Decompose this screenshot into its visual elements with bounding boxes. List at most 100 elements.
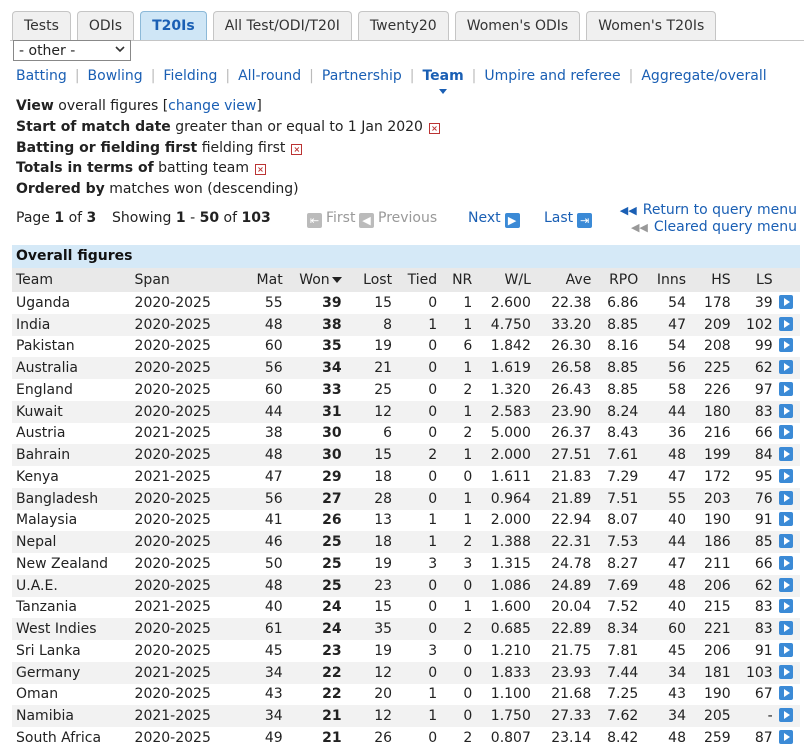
nav-all-round[interactable]: All-round: [238, 68, 301, 84]
nav-team[interactable]: Team: [422, 68, 464, 94]
expand-row-icon[interactable]: [778, 403, 793, 418]
expand-row-icon[interactable]: [778, 512, 793, 527]
table-cell: 33.20: [536, 313, 598, 336]
table-cell: 76: [736, 487, 779, 510]
row-action-cell: [778, 661, 800, 684]
tab-all-test-odi-t20i[interactable]: All Test/ODI/T20I: [212, 11, 352, 40]
table-cell: 23.93: [536, 661, 598, 684]
nav-batting[interactable]: Batting: [16, 68, 67, 84]
table-cell: 2020-2025: [130, 487, 229, 510]
table-cell: 54: [668, 338, 686, 355]
column-header-w-l[interactable]: W/L: [478, 268, 537, 292]
table-cell: 0: [398, 574, 444, 597]
table-cell: 91: [754, 642, 773, 659]
table-cell: 24: [322, 599, 342, 616]
return-query-link[interactable]: ◀◀ Return to query menu: [620, 202, 797, 218]
table-row: Namibia 2021-2025 34 21 12 1 0 1.750 27.33 7.62 34…: [12, 705, 800, 727]
table-cell: 97: [754, 381, 773, 398]
nav-bowling[interactable]: Bowling: [88, 68, 143, 84]
table-cell: 8.24: [597, 400, 645, 423]
table-cell: 22: [322, 686, 342, 703]
team-name: Tanzania: [16, 599, 77, 616]
table-cell: 102: [736, 313, 779, 336]
nav-umpire-and-referee[interactable]: Umpire and referee: [484, 68, 620, 84]
nav-aggregate-overall[interactable]: Aggregate/overall: [641, 68, 766, 84]
expand-row-icon[interactable]: [778, 686, 793, 701]
tab-women-s-t20is[interactable]: Women's T20Is: [586, 11, 717, 40]
tab-tests[interactable]: Tests: [12, 11, 71, 40]
expand-row-icon[interactable]: [778, 316, 793, 331]
expand-row-icon[interactable]: [778, 381, 793, 396]
nav-fielding[interactable]: Fielding: [163, 68, 217, 84]
expand-row-icon[interactable]: [778, 664, 793, 679]
column-header-lost[interactable]: Lost: [347, 268, 399, 292]
table-cell: 21.89: [536, 487, 598, 510]
expand-row-icon[interactable]: [778, 708, 793, 723]
tab-odis[interactable]: ODIs: [76, 11, 135, 40]
table-cell: 1.833: [478, 661, 537, 684]
remove-criteria-icon[interactable]: ×: [291, 144, 303, 155]
table-cell: 205: [692, 705, 737, 727]
table-cell: 215: [703, 599, 731, 616]
expand-row-icon[interactable]: [778, 338, 793, 353]
expand-row-icon[interactable]: [778, 294, 793, 309]
tab-t20is[interactable]: T20Is: [140, 11, 207, 40]
row-action-cell: [778, 597, 800, 619]
change-view-link[interactable]: change view: [168, 98, 256, 114]
column-header-team[interactable]: Team: [12, 268, 131, 292]
table-cell: 21.68: [551, 686, 592, 703]
expand-row-icon[interactable]: [778, 642, 793, 657]
table-cell: 0: [398, 618, 444, 640]
column-header-rpo[interactable]: RPO: [597, 268, 645, 292]
expand-row-icon[interactable]: [778, 425, 793, 440]
column-header-span[interactable]: Span: [130, 268, 229, 292]
table-cell: 206: [692, 574, 737, 597]
table-cell: 2020-2025: [130, 313, 229, 336]
other-format-select[interactable]: - other -: [13, 40, 131, 61]
remove-criteria-icon[interactable]: ×: [428, 123, 440, 134]
cleared-query-link[interactable]: ◀◀ Cleared query menu: [631, 219, 797, 235]
column-header-hs[interactable]: HS: [692, 268, 737, 292]
expand-row-icon[interactable]: [778, 490, 793, 505]
nav-separator: |: [471, 68, 477, 84]
remove-criteria-icon[interactable]: ×: [255, 164, 267, 175]
table-cell: 99: [754, 338, 773, 355]
expand-row-icon[interactable]: [778, 729, 793, 744]
column-header-ls[interactable]: LS: [736, 268, 779, 292]
table-cell: 21: [288, 705, 348, 727]
table-cell: 19: [374, 338, 393, 355]
table-cell: 0.964: [478, 487, 537, 510]
team-name: New Zealand: [16, 555, 108, 572]
column-header-ave[interactable]: Ave: [536, 268, 598, 292]
last-page-button[interactable]: Last ⇥: [544, 210, 596, 228]
tab-women-s-odis[interactable]: Women's ODIs: [454, 11, 581, 40]
expand-row-icon[interactable]: [778, 599, 793, 614]
expand-row-icon[interactable]: [778, 621, 793, 636]
table-cell: 30: [288, 444, 348, 466]
table-cell: 0.685: [478, 618, 537, 640]
expand-row-icon[interactable]: [778, 534, 793, 549]
expand-row-icon[interactable]: [778, 447, 793, 462]
column-header-nr[interactable]: NR: [443, 268, 479, 292]
expand-row-icon[interactable]: [778, 360, 793, 375]
column-header-won[interactable]: Won: [288, 268, 348, 292]
table-cell: 1: [443, 444, 479, 466]
table-cell: 48: [668, 729, 686, 746]
nav-separator: |: [309, 68, 314, 84]
next-page-button[interactable]: Next ▶: [468, 210, 524, 228]
table-cell: 24.89: [536, 574, 598, 597]
table-cell: 2: [463, 729, 473, 746]
table-cell: 1: [398, 531, 444, 553]
nav-partnership[interactable]: Partnership: [322, 68, 402, 84]
table-cell: 2020-2025: [134, 729, 211, 746]
column-header-inns[interactable]: Inns: [644, 268, 692, 292]
tab-twenty20[interactable]: Twenty20: [357, 11, 449, 40]
table-caption: Overall figures: [12, 245, 800, 268]
expand-row-icon[interactable]: [778, 577, 793, 592]
expand-row-icon[interactable]: [778, 468, 793, 483]
expand-row-icon[interactable]: [778, 555, 793, 570]
table-cell: 1: [428, 512, 438, 529]
criteria-totals: Totals in terms of batting team ×: [16, 160, 267, 176]
column-header-tied[interactable]: Tied: [398, 268, 444, 292]
column-header-mat[interactable]: Mat: [228, 268, 289, 292]
